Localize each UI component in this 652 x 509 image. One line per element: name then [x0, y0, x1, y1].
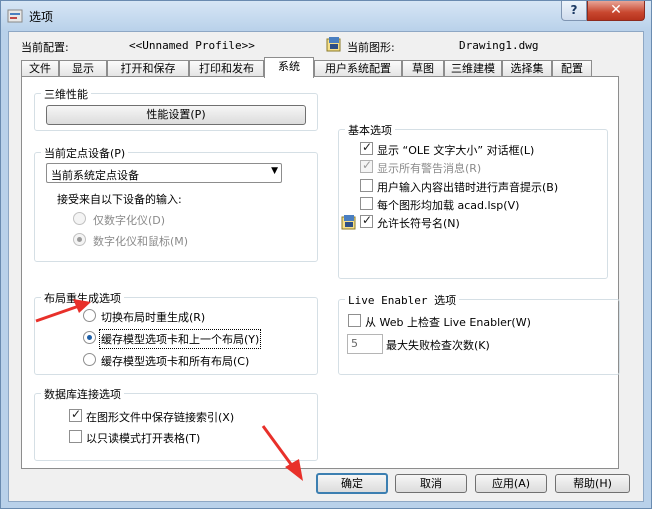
current-profile-value: <<Unnamed Profile>> — [129, 39, 255, 52]
registry-setting-icon — [341, 215, 356, 230]
regen-on-switch-label: 切换布局时重生成(R) — [101, 311, 206, 324]
title-help-button[interactable]: ? — [561, 1, 587, 21]
performance-settings-button[interactable]: 性能设置(P) — [46, 105, 306, 125]
check-web-checkbox[interactable] — [348, 314, 361, 327]
long-symbol-names-label: 允许长符号名(N) — [377, 217, 460, 230]
ole-text-size-checkbox[interactable] — [360, 140, 373, 155]
ok-button[interactable]: 确定 — [316, 473, 388, 494]
perf-group: 三维性能 性能设置(P) — [34, 86, 318, 131]
cancel-button[interactable]: 取消 — [395, 474, 467, 493]
beep-on-error-label: 用户输入内容出错时进行声音提示(B) — [377, 181, 559, 194]
digitizer-only-label: 仅数字化仪(D) — [93, 214, 166, 227]
help-button[interactable]: 帮助(H) — [555, 474, 630, 493]
drawing-icon — [326, 37, 341, 52]
show-all-warnings-label: 显示所有警告消息(R) — [377, 162, 482, 175]
close-button[interactable]: ✕ — [587, 1, 645, 21]
accept-input-label: 接受来自以下设备的输入: — [57, 193, 182, 206]
digitizer-mouse-label: 数字化仪和鼠标(M) — [93, 235, 189, 248]
options-dialog: 选项 ? ✕ 当前配置: <<Unnamed Profile>> 当前图形: D… — [0, 0, 652, 509]
cache-all-layouts-label: 缓存模型选项卡和所有布局(C) — [101, 355, 250, 368]
pointing-device-group: 当前定点设备(P) 当前系统定点设备 ▼ 接受来自以下设备的输入: 仅数字化仪(… — [34, 145, 318, 262]
title-bar[interactable]: 选项 ? ✕ — [1, 1, 651, 31]
pointing-device-value: 当前系统定点设备 — [51, 169, 139, 182]
tab-system[interactable]: 系统 — [264, 57, 314, 78]
tab-profiles[interactable]: 配置 — [552, 60, 592, 77]
tab-selection[interactable]: 选择集 — [502, 60, 552, 77]
digitizer-mouse-radio[interactable] — [73, 233, 86, 246]
open-tables-readonly-checkbox[interactable] — [69, 430, 82, 443]
digitizer-only-radio[interactable] — [73, 212, 86, 225]
tab-files[interactable]: 文件 — [21, 60, 59, 77]
tab-user-preferences[interactable]: 用户系统配置 — [314, 60, 402, 77]
tab-open-save[interactable]: 打开和保存 — [107, 60, 189, 77]
system-tab-pane: 三维性能 性能设置(P) 当前定点设备(P) 当前系统定点设备 ▼ 接受来自以下… — [21, 76, 620, 469]
live-enabler-title: Live Enabler 选项 — [345, 292, 460, 308]
chevron-down-icon: ▼ — [271, 166, 278, 176]
tab-3d-modeling[interactable]: 三维建模 — [444, 60, 502, 77]
pointing-device-select[interactable]: 当前系统定点设备 ▼ — [46, 163, 282, 183]
current-profile-label: 当前配置: — [21, 41, 69, 54]
max-failed-checks-label: 最大失败检查次数(K) — [386, 339, 490, 352]
annotation-arrow-icon — [35, 299, 91, 323]
perf-group-title: 三维性能 — [41, 86, 91, 102]
check-web-label: 从 Web 上检查 Live Enabler(W) — [365, 316, 531, 329]
beep-on-error-checkbox[interactable] — [360, 179, 373, 192]
current-drawing-label: 当前图形: — [347, 41, 395, 54]
live-enabler-group: Live Enabler 选项 从 Web 上检查 Live Enabler(W… — [338, 292, 620, 375]
db-connect-title: 数据库连接选项 — [41, 386, 124, 402]
open-tables-readonly-label: 以只读模式打开表格(T) — [86, 432, 201, 445]
cache-last-layout-label: 缓存模型选项卡和上一个布局(Y) — [98, 329, 262, 349]
current-drawing-value: Drawing1.dwg — [459, 39, 539, 52]
cache-all-layouts-radio[interactable] — [83, 353, 96, 366]
tab-plot-publish[interactable]: 打印和发布 — [189, 60, 264, 77]
dialog-client: 当前配置: <<Unnamed Profile>> 当前图形: Drawing1… — [8, 31, 644, 502]
load-acad-lsp-checkbox[interactable] — [360, 197, 373, 210]
pointing-device-title: 当前定点设备(P) — [41, 145, 129, 161]
save-link-index-checkbox[interactable] — [69, 407, 82, 422]
long-symbol-names-checkbox[interactable] — [360, 213, 373, 228]
options-app-icon — [7, 9, 23, 23]
load-acad-lsp-label: 每个图形均加载 acad.lsp(V) — [377, 199, 520, 212]
window-title: 选项 — [29, 10, 54, 24]
general-options-title: 基本选项 — [345, 122, 395, 138]
apply-button[interactable]: 应用(A) — [475, 474, 547, 493]
cache-last-layout-radio[interactable] — [83, 331, 96, 344]
ole-text-size-label: 显示 “OLE 文字大小” 对话框(L) — [377, 144, 535, 157]
tab-display[interactable]: 显示 — [59, 60, 107, 77]
max-failed-checks-input[interactable]: 5 — [347, 334, 383, 354]
save-link-index-label: 在图形文件中保存链接索引(X) — [86, 411, 235, 424]
tab-drafting[interactable]: 草图 — [402, 60, 444, 77]
annotation-arrow-icon-2 — [261, 425, 303, 481]
show-all-warnings-checkbox[interactable] — [360, 158, 373, 173]
general-options-group: 基本选项 显示 “OLE 文字大小” 对话框(L) 显示所有警告消息(R) 用户… — [338, 122, 608, 279]
